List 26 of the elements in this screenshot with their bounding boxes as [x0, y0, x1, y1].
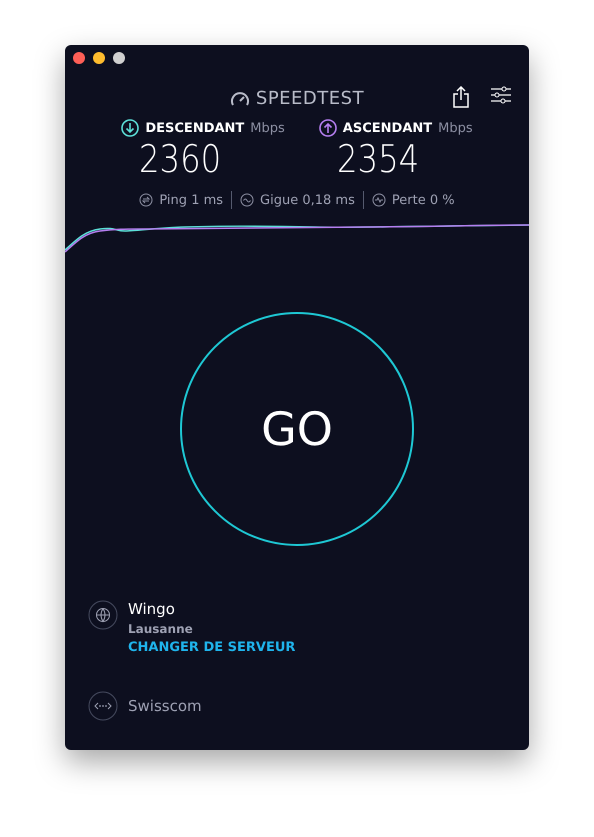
stat-text: Gigue 0,18 ms — [260, 192, 355, 208]
zoom-control[interactable] — [113, 52, 125, 64]
metric-label: ASCENDANT — [342, 120, 432, 136]
metric-value: 2354 — [336, 137, 420, 181]
app-logo: SPEEDTEST — [256, 88, 364, 108]
metric-value: 2360 — [139, 137, 223, 181]
loss-icon — [372, 193, 386, 207]
stat-text: Ping 1 ms — [159, 192, 224, 208]
provider-name: Swisscom — [128, 697, 202, 715]
metric-unit: Mbps — [250, 120, 285, 136]
connection-icon — [88, 691, 118, 721]
stat-text: Perte 0 % — [392, 192, 455, 208]
close-control[interactable] — [73, 52, 85, 64]
share-icon[interactable] — [453, 86, 469, 108]
metric-label: DESCENDANT — [145, 120, 244, 136]
gauge-icon — [230, 90, 250, 106]
change-server-link[interactable]: CHANGER DE SERVEUR — [128, 640, 296, 655]
server-name: Wingo — [128, 600, 176, 618]
ping-icon — [139, 193, 154, 207]
globe-icon — [88, 600, 118, 630]
settings-icon[interactable] — [491, 86, 511, 104]
minimize-control[interactable] — [93, 52, 105, 64]
metric-unit: Mbps — [438, 120, 473, 136]
jitter-icon — [240, 193, 254, 207]
go-button[interactable]: GO — [180, 312, 414, 546]
server-location: Lausanne — [128, 622, 194, 636]
